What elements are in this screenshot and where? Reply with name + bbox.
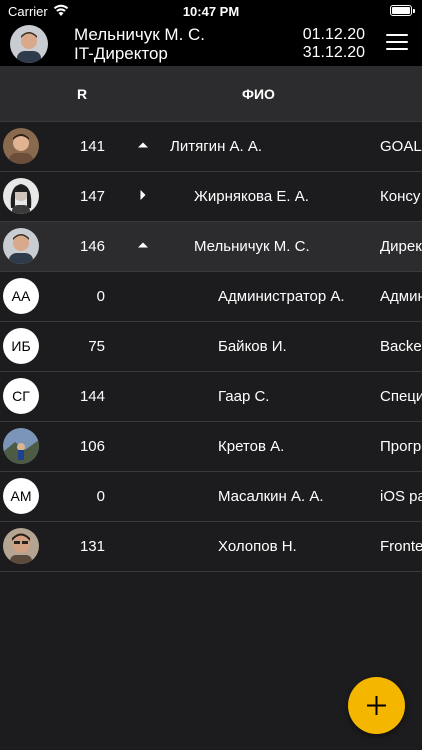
row-rating: 131	[79, 538, 105, 555]
row-name: Масалкин А. А.	[218, 488, 324, 505]
row-position: iOS ра	[380, 488, 422, 505]
current-user-name: Мельничук М. С.	[74, 25, 206, 44]
row-name: Байков И.	[218, 338, 287, 355]
row-position: GOAL	[380, 138, 422, 155]
hamburger-menu-icon[interactable]	[386, 34, 408, 52]
avatar	[3, 178, 39, 214]
avatar	[3, 228, 39, 264]
table-row[interactable]: 141 Литягин А. А. GOAL	[0, 122, 422, 172]
avatar	[3, 428, 39, 464]
row-name: Мельничук М. С.	[194, 238, 310, 255]
status-time: 10:47 PM	[182, 4, 240, 19]
table-row[interactable]: ИБ 75 Байков И. Backe	[0, 322, 422, 372]
row-rating: 144	[79, 388, 105, 405]
row-position: Прогр	[380, 438, 422, 455]
table-row[interactable]: 147 Жирнякова Е. А. Консу	[0, 172, 422, 222]
row-position: Backe	[380, 338, 422, 355]
row-name: Кретов А.	[218, 438, 285, 455]
row-rating: 0	[96, 488, 105, 505]
current-user-role: IT-Директор	[74, 44, 168, 63]
table-row[interactable]: 146 Мельничук М. С. Дирек	[0, 222, 422, 272]
avatar-initials: АМ	[3, 478, 39, 514]
row-rating: 0	[96, 288, 105, 305]
row-name: Администратор А.	[218, 288, 345, 305]
column-rating[interactable]: R	[77, 86, 87, 102]
row-position: Админ	[380, 288, 422, 305]
current-user-avatar[interactable]	[10, 25, 48, 63]
table-row[interactable]: СГ 144 Гаар С. Специ	[0, 372, 422, 422]
row-position: Дирек	[380, 238, 422, 255]
avatar-initials: ИБ	[3, 328, 39, 364]
row-name: Гаар С.	[218, 388, 270, 405]
app-header: Мельничук М. С. IT-Директор 01.12.20 31.…	[0, 22, 422, 66]
triangle-up-icon[interactable]	[137, 139, 149, 151]
row-rating: 75	[88, 338, 105, 355]
table-row[interactable]: АМ 0 Масалкин А. А. iOS ра	[0, 472, 422, 522]
battery-icon	[390, 5, 415, 16]
row-position: Консу	[380, 188, 421, 205]
table-column-header: R ФИО	[0, 66, 422, 122]
row-rating: 146	[79, 238, 105, 255]
row-rating: 106	[79, 438, 105, 455]
avatar	[3, 128, 39, 164]
avatar-initials: СГ	[3, 378, 39, 414]
row-name: Жирнякова Е. А.	[194, 188, 309, 205]
row-position: Fronte	[380, 538, 422, 555]
plus-icon	[367, 696, 386, 715]
employee-table: 141 Литягин А. А. GOAL 147 Жирнякова Е. А. Ко…	[0, 122, 422, 572]
status-bar: Carrier 10:47 PM	[0, 0, 422, 22]
table-row[interactable]: АА 0 Администратор А. Админ	[0, 272, 422, 322]
row-name: Литягин А. А.	[170, 138, 263, 155]
period-start-date[interactable]: 01.12.20	[303, 26, 365, 44]
add-button[interactable]	[348, 677, 405, 734]
row-name: Холопов Н.	[218, 538, 297, 555]
period-end-date[interactable]: 31.12.20	[303, 44, 365, 62]
triangle-up-icon[interactable]	[137, 239, 149, 251]
row-rating: 141	[79, 138, 105, 155]
avatar-initials: АА	[3, 278, 39, 314]
triangle-right-icon[interactable]	[137, 189, 149, 201]
table-row[interactable]: 131 Холопов Н. Fronte	[0, 522, 422, 572]
avatar	[3, 528, 39, 564]
table-row[interactable]: 106 Кретов А. Прогр	[0, 422, 422, 472]
row-rating: 147	[79, 188, 105, 205]
row-position: Специ	[380, 388, 422, 405]
column-name[interactable]: ФИО	[242, 86, 275, 102]
